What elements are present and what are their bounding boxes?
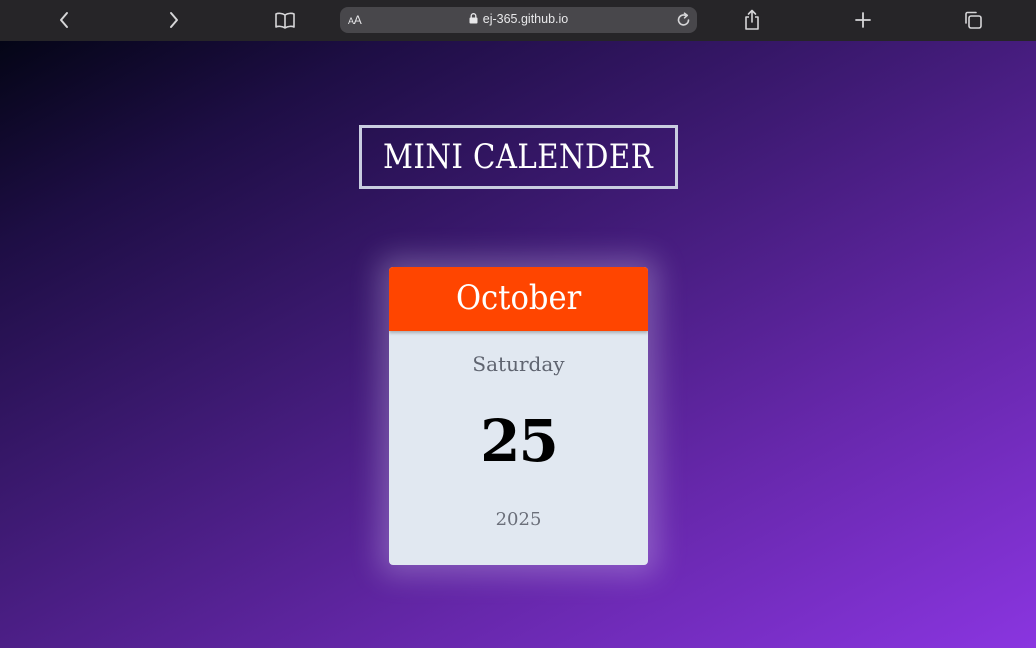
new-tab-icon [855, 12, 871, 28]
new-tab-button[interactable] [848, 6, 878, 34]
share-icon [745, 9, 759, 30]
tabs-overview-button[interactable] [958, 6, 988, 34]
bookmarks-icon [275, 12, 295, 29]
mini-calendar-card: October Saturday 25 2025 [389, 267, 648, 565]
calendar-month: October [455, 278, 582, 318]
back-icon [60, 12, 68, 28]
calendar-header: October [389, 267, 648, 331]
bookmarks-button[interactable] [270, 6, 300, 34]
reload-icon[interactable] [675, 11, 692, 28]
share-button[interactable] [737, 6, 767, 34]
address-bar[interactable]: AA ej-365.github.io [340, 7, 697, 33]
url-display[interactable]: ej-365.github.io [340, 12, 697, 26]
forward-button[interactable] [159, 6, 189, 34]
page-content: MINI CALENDER October Saturday 25 2025 [0, 41, 1036, 648]
calendar-weekday: Saturday [472, 352, 565, 376]
page-title-box: MINI CALENDER [359, 125, 678, 189]
url-text: ej-365.github.io [482, 12, 569, 26]
lock-icon [469, 13, 478, 24]
calendar-day: 25 [480, 407, 559, 475]
back-button[interactable] [49, 6, 79, 34]
tabs-icon [965, 11, 982, 29]
forward-icon [170, 12, 178, 28]
calendar-year: 2025 [495, 509, 542, 530]
page-title: MINI CALENDER [383, 137, 654, 177]
browser-toolbar: AA ej-365.github.io [0, 0, 1036, 41]
